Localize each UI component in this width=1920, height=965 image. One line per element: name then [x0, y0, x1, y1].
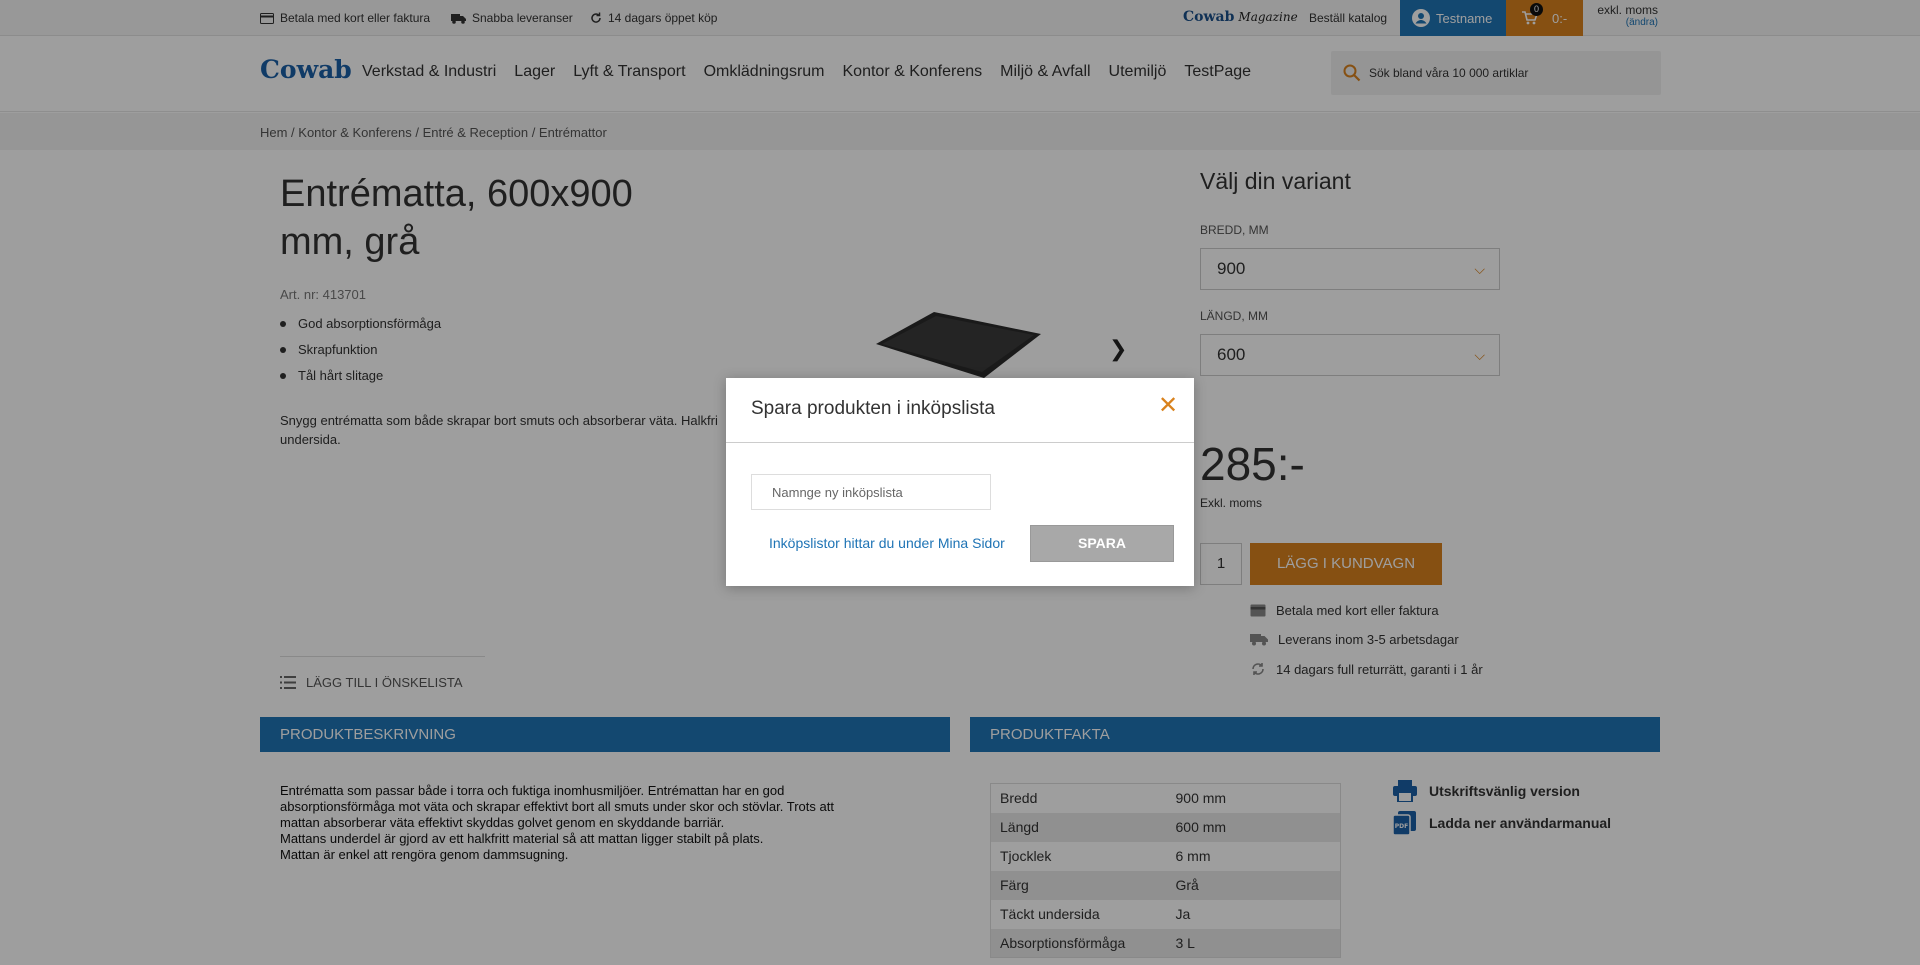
save-to-shopping-list-modal: Spara produkten i inköpslista ✕ Inköpsli…	[726, 378, 1194, 586]
my-pages-link[interactable]: Inköpslistor hittar du under Mina Sidor	[769, 535, 1005, 551]
save-button[interactable]: SPARA	[1030, 525, 1174, 562]
close-icon[interactable]: ✕	[1158, 394, 1178, 418]
list-name-input[interactable]	[751, 474, 991, 510]
modal-title: Spara produkten i inköpslista	[751, 398, 995, 419]
modal-header: Spara produkten i inköpslista ✕	[726, 378, 1194, 443]
